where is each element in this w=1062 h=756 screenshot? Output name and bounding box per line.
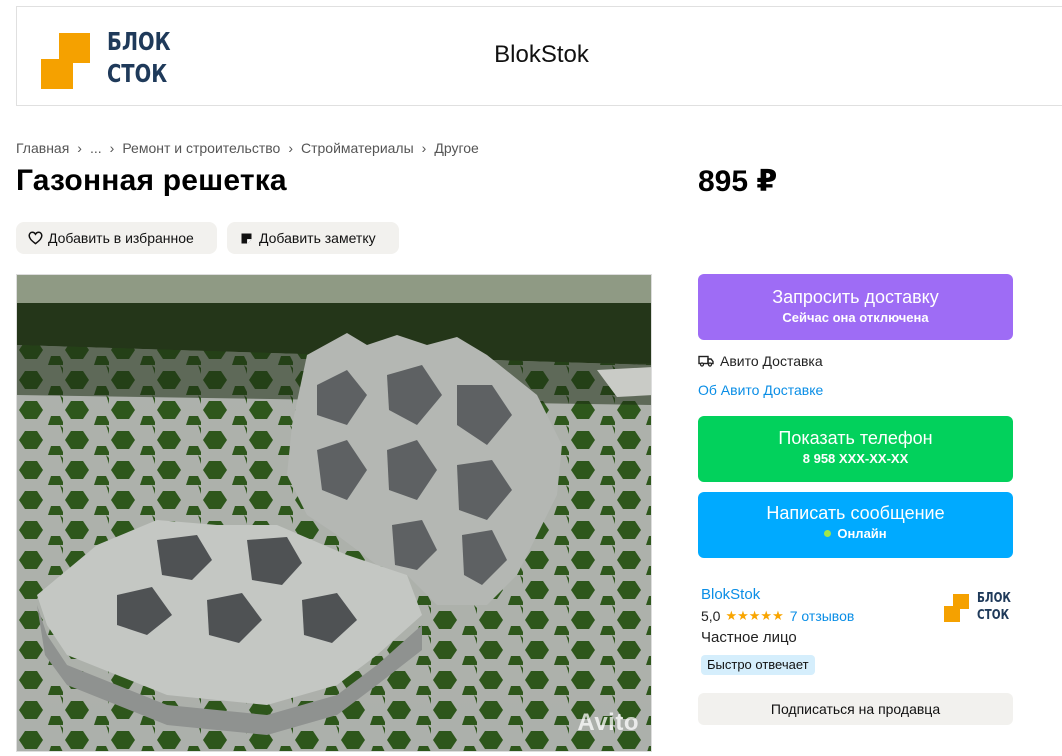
seller-type: Частное лицо — [701, 629, 797, 646]
breadcrumb-separator-icon: › — [109, 140, 115, 156]
shop-title: BlokStok — [17, 41, 1062, 69]
mini-logo-word-top: БЛОК — [977, 591, 1011, 606]
breadcrumb-other[interactable]: Другое — [434, 140, 478, 156]
seller-avatar-logo[interactable]: БЛОК СТОК — [944, 591, 1016, 629]
listing-price: 895 ₽ — [698, 165, 778, 198]
breadcrumb-separator-icon: › — [421, 140, 427, 156]
about-avito-delivery-link[interactable]: Об Авито Доставке — [698, 382, 823, 398]
online-dot-icon — [824, 530, 832, 537]
listing-title: Газонная решетка — [16, 164, 287, 197]
breadcrumb-home[interactable]: Главная — [16, 140, 69, 156]
mini-logo-square-bottom — [944, 606, 960, 622]
seller-rating: 5,0 ★★★★★ 7 отзывов — [701, 608, 854, 624]
lawn-grid-illustration — [17, 275, 651, 751]
masked-phone-number: 8 958 XXX-XX-XX — [802, 451, 909, 466]
avito-watermark: Avito — [577, 709, 639, 736]
breadcrumb-separator-icon: › — [77, 140, 82, 156]
add-to-favorites-button[interactable]: Добавить в избранное — [16, 222, 217, 254]
add-to-favorites-label: Добавить в избранное — [48, 230, 194, 246]
seller-name-link[interactable]: BlokStok — [701, 586, 760, 603]
online-status-label: Онлайн — [837, 526, 887, 541]
breadcrumb-materials[interactable]: Стройматериалы — [301, 140, 414, 156]
site-header: БЛОК СТОК BlokStok — [16, 6, 1062, 106]
write-message-button[interactable]: Написать сообщение Онлайн — [698, 492, 1013, 558]
show-phone-button[interactable]: Показать телефон 8 958 XXX-XX-XX — [698, 416, 1013, 482]
avito-delivery-info: Авито Доставка — [698, 353, 823, 369]
request-delivery-label: Запросить доставку — [772, 287, 939, 307]
request-delivery-button[interactable]: Запросить доставку Сейчас она отключена — [698, 274, 1013, 340]
rating-value: 5,0 — [701, 608, 721, 624]
star-icon: ★★★★★ — [725, 608, 784, 623]
avito-delivery-label: Авито Доставка — [720, 353, 823, 369]
reviews-link[interactable]: 7 отзывов — [790, 608, 855, 624]
show-phone-label: Показать телефон — [778, 428, 933, 448]
mini-logo-word-bottom: СТОК — [977, 608, 1010, 623]
subscribe-seller-button[interactable]: Подписаться на продавца — [698, 693, 1013, 725]
note-icon — [238, 230, 254, 246]
listing-photo[interactable]: Avito — [16, 274, 652, 752]
breadcrumb-ellipsis[interactable]: ... — [90, 140, 102, 156]
shop-title-text: BlokStok — [494, 41, 589, 68]
add-note-label: Добавить заметку — [259, 230, 376, 246]
online-status: Онлайн — [698, 526, 1013, 541]
truck-icon — [698, 355, 714, 367]
heart-icon — [27, 230, 43, 246]
breadcrumb-separator-icon: › — [288, 140, 293, 156]
breadcrumb-repair[interactable]: Ремонт и строительство — [122, 140, 280, 156]
write-message-label: Написать сообщение — [766, 503, 945, 523]
breadcrumb: Главная › ... › Ремонт и строительство ›… — [16, 140, 479, 156]
add-note-button[interactable]: Добавить заметку — [227, 222, 399, 254]
fast-reply-badge: Быстро отвечает — [701, 655, 815, 675]
request-delivery-status: Сейчас она отключена — [782, 310, 929, 325]
